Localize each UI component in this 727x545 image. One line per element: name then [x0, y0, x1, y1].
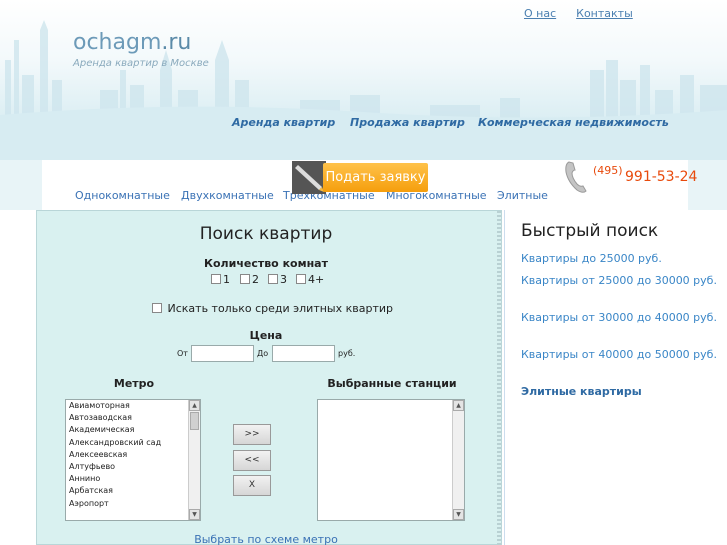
elite-link-period: . [633, 385, 637, 398]
rooms-label: Количество комнат [204, 257, 328, 270]
tab-one-room[interactable]: Однокомнатные [75, 189, 170, 202]
nav-rent[interactable]: Аренда квартир [232, 116, 335, 129]
metro-list-scrollbar[interactable]: ▲ ▼ [188, 400, 200, 520]
search-title: Поиск квартир [199, 224, 333, 244]
tab-elite[interactable]: Элитные [497, 189, 548, 202]
selected-list-scrollbar[interactable]: ▲ ▼ [452, 400, 464, 520]
logo-main: ochagm [73, 30, 162, 55]
elite-only-checkbox[interactable] [152, 303, 162, 313]
metro-scheme-link[interactable]: Выбрать по схеме метро [37, 533, 495, 545]
submit-request-label: Подать заявку [323, 163, 428, 192]
remove-station-button[interactable]: << [233, 450, 271, 471]
metro-station-item[interactable]: Аннино [66, 473, 200, 485]
price-to-input[interactable] [272, 345, 335, 362]
elite-only-option: Искать только среди элитных квартир [152, 302, 393, 315]
currency-label: руб. [338, 349, 356, 358]
metro-label: Метро [113, 377, 155, 390]
room-label-1: 1 [223, 273, 230, 286]
quick-search-panel: Быстрый поиск Квартиры до 25000 руб. Ква… [504, 210, 727, 545]
apartment-search-panel: Поиск квартир Количество комнат 1 2 3 4+… [36, 210, 502, 545]
site-tagline: Аренда квартир в Москве [73, 58, 209, 69]
metro-station-item[interactable]: Аэропорт [66, 498, 200, 510]
room-option-2: 2 [240, 273, 259, 286]
phone-number: 991-53-24 [625, 169, 698, 185]
metro-station-item[interactable]: Авиамоторная [66, 400, 200, 412]
scroll-thumb[interactable] [190, 412, 199, 430]
scroll-down-icon[interactable]: ▼ [189, 509, 200, 520]
metro-station-item[interactable]: Арбатская [66, 485, 200, 497]
room-option-3: 3 [268, 273, 287, 286]
phone-block: (495) 991-53-24 [563, 160, 723, 196]
room-label-3: 3 [280, 273, 287, 286]
top-links: О нас Контакты [524, 7, 653, 20]
metro-station-item[interactable]: Александровский сад [66, 437, 200, 449]
phone-icon [565, 161, 587, 193]
pen-icon [292, 161, 326, 194]
room-checkbox-1[interactable] [211, 274, 221, 284]
phone-code: (495) [593, 164, 623, 177]
nav-commercial[interactable]: Коммерческая недвижимость [478, 116, 669, 129]
elite-only-label: Искать только среди элитных квартир [167, 302, 394, 315]
quick-link-30000-40000[interactable]: Квартиры от 30000 до 40000 руб. [521, 309, 721, 326]
price-from-label: От [177, 349, 188, 358]
room-label-2: 2 [252, 273, 259, 286]
quick-link-25000-30000[interactable]: Квартиры от 25000 до 30000 руб. [521, 272, 721, 289]
metro-station-list[interactable]: Авиамоторная Автозаводская Академическая… [65, 399, 201, 521]
scroll-down-icon[interactable]: ▼ [453, 509, 464, 520]
metro-station-item[interactable]: Автозаводская [66, 412, 200, 424]
room-checkbox-2[interactable] [240, 274, 250, 284]
panel-divider [497, 211, 501, 545]
nav-sale[interactable]: Продажа квартир [350, 116, 465, 129]
about-link[interactable]: О нас [524, 7, 556, 20]
metro-station-item[interactable]: Алексеевская [66, 449, 200, 461]
logo-suffix: .ru [161, 30, 192, 55]
room-checkbox-3[interactable] [268, 274, 278, 284]
tab-two-room[interactable]: Двухкомнатные [181, 189, 274, 202]
selected-stations-label: Выбранные станции [327, 377, 457, 390]
scroll-up-icon[interactable]: ▲ [189, 400, 200, 411]
contacts-link[interactable]: Контакты [576, 7, 633, 20]
quick-link-elite[interactable]: Элитные квартиры [521, 383, 642, 400]
scroll-up-icon[interactable]: ▲ [453, 400, 464, 411]
site-header: О нас Контакты ochagm.ru Аренда квартир в… [0, 0, 727, 160]
quick-search-title: Быстрый поиск [521, 221, 659, 241]
room-label-4plus: 4+ [308, 273, 325, 286]
price-to-label: До [257, 349, 269, 358]
room-option-1: 1 [211, 273, 230, 286]
room-option-4plus: 4+ [296, 273, 324, 286]
submit-request-button[interactable]: Подать заявку [292, 161, 436, 194]
clear-stations-button[interactable]: X [233, 475, 271, 496]
room-checkbox-4plus[interactable] [296, 274, 306, 284]
price-from-input[interactable] [191, 345, 254, 362]
metro-station-item[interactable]: Алтуфьево [66, 461, 200, 473]
quick-link-under-25000[interactable]: Квартиры до 25000 руб. [521, 250, 721, 267]
selected-stations-list[interactable]: ▲ ▼ [317, 399, 465, 521]
site-logo[interactable]: ochagm.ru [73, 30, 191, 55]
quick-link-40000-50000[interactable]: Квартиры от 40000 до 50000 руб. [521, 346, 721, 363]
price-label: Цена [249, 329, 283, 342]
metro-station-item[interactable]: Академическая [66, 424, 200, 436]
add-station-button[interactable]: >> [233, 424, 271, 445]
